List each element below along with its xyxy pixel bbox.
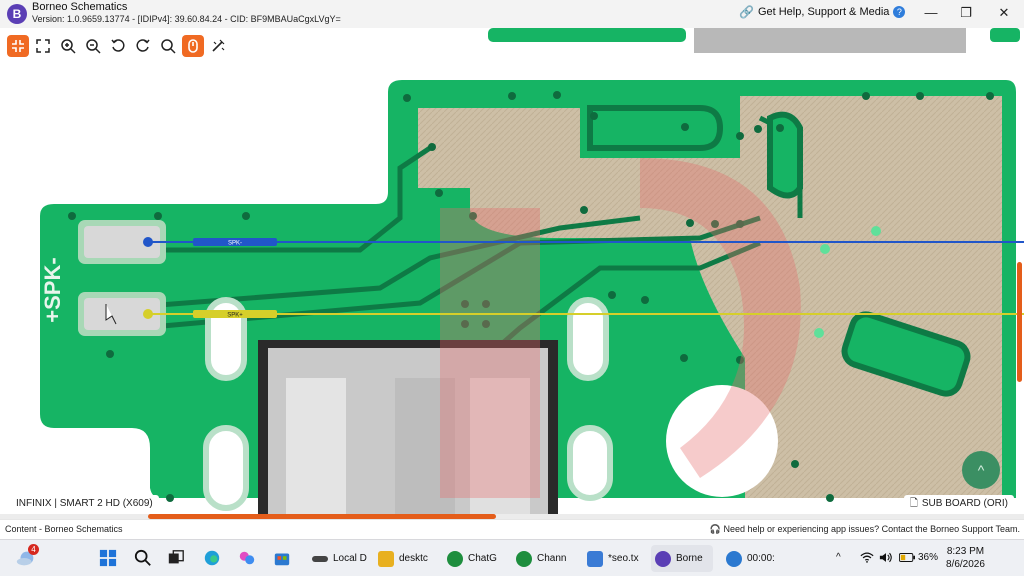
minimize-button[interactable]: —	[913, 2, 949, 24]
start-button-icon[interactable]	[96, 546, 120, 570]
fullscreen-icon[interactable]	[32, 35, 54, 57]
taskbar-app-desktop-folder[interactable]: desktc	[374, 545, 436, 572]
support-message-text: Need help or experiencing app issues? Co…	[723, 524, 1020, 534]
sub-board-label[interactable]: 🗋 SUB BOARD (ORI)	[903, 495, 1014, 513]
taskbar-app-local-disk[interactable]: Local D	[308, 545, 368, 572]
rotate-left-icon[interactable]	[107, 35, 129, 57]
link-icon: 🔗	[739, 5, 754, 19]
toolbar	[0, 28, 1024, 64]
battery-percent: 36%	[918, 552, 939, 563]
net-spk-plus-label: SPK+	[227, 313, 243, 319]
zoom-in-icon[interactable]	[57, 35, 79, 57]
document-icon: 🗋	[909, 498, 918, 509]
sub-board-text: SUB BOARD (ORI)	[921, 498, 1008, 509]
rotate-right-icon[interactable]	[132, 35, 154, 57]
hand-touch-icon[interactable]	[182, 35, 204, 57]
battery-icon	[899, 553, 915, 562]
chrome-icon	[516, 550, 532, 567]
help-support-label: Get Help, Support & Media	[757, 6, 890, 18]
volume-icon[interactable]	[879, 552, 893, 566]
taskbar-app-notepad[interactable]: *seo.tx	[583, 545, 645, 572]
battery-indicator[interactable]: 36%	[899, 552, 938, 563]
status-content: Content - Borneo Schematics	[5, 524, 123, 534]
close-button[interactable]: ✕	[986, 2, 1022, 24]
taskbar-app-label: desktc	[399, 553, 428, 564]
title-bar: B Borneo Schematics Version: 1.0.9659.13…	[0, 0, 1024, 28]
board-canvas[interactable]: SPK- SPK+ +SPK- INFINIX | SMART 2 HD (X6…	[0, 28, 1024, 518]
search-icon[interactable]	[157, 35, 179, 57]
focus-icon[interactable]	[7, 35, 29, 57]
taskbar-app-label: *seo.tx	[608, 553, 639, 564]
support-message[interactable]: 🎧 Need help or experiencing app issues? …	[710, 524, 1020, 535]
clock[interactable]: 8:23 PM 8/6/2026	[946, 545, 985, 571]
store-icon[interactable]	[270, 546, 294, 570]
taskbar-app-chatgpt[interactable]: ChatG	[443, 545, 505, 572]
copilot-icon[interactable]	[235, 546, 259, 570]
taskbar: 4 Local D desktc ChatG Chann *seo.tx Bor…	[0, 539, 1024, 576]
headset-icon: 🎧	[709, 524, 724, 534]
silkscreen-spk: +SPK-	[40, 257, 65, 322]
taskbar-app-label: Borne	[676, 553, 703, 564]
edge-browser-icon[interactable]	[200, 546, 224, 570]
taskbar-app-label: Chann	[537, 553, 567, 564]
weather-badge: 4	[28, 544, 39, 555]
search-icon[interactable]	[131, 546, 155, 570]
borneo-app-icon	[655, 550, 671, 567]
help-icon: ?	[893, 6, 906, 18]
app-version: Version: 1.0.9659.13774 - [IDIPv4]: 39.6…	[32, 14, 341, 24]
taskbar-app-label: 00:00:	[747, 553, 775, 564]
taskbar-app-label: Local D	[333, 553, 367, 564]
status-bar: Content - Borneo Schematics 🎧 Need help …	[0, 519, 1024, 539]
wifi-icon[interactable]	[860, 552, 874, 566]
clock-date: 8/6/2026	[946, 559, 985, 570]
pcb-board-view[interactable]: SPK- SPK+ +SPK-	[0, 28, 1024, 518]
zoom-out-icon[interactable]	[82, 35, 104, 57]
net-spk-minus-label: SPK-	[228, 241, 242, 247]
net-spk-minus-dot	[143, 237, 153, 247]
clock-time: 8:23 PM	[946, 546, 985, 557]
taskbar-app-channel[interactable]: Chann	[512, 545, 574, 572]
vertical-scroll-thumb[interactable]	[1017, 262, 1022, 382]
video-icon	[726, 550, 742, 567]
chrome-icon	[447, 550, 463, 567]
app-title: Borneo Schematics	[32, 1, 128, 13]
taskbar-app-label: ChatG	[468, 553, 497, 564]
drive-icon	[312, 555, 328, 562]
notepad-icon	[587, 550, 603, 567]
task-view-icon[interactable]	[164, 546, 188, 570]
taskbar-app-recorder[interactable]: 00:00:	[722, 545, 786, 572]
scroll-to-top-button[interactable]: ^	[962, 451, 1000, 489]
net-spk-plus-dot	[143, 309, 153, 319]
app-logo: B	[7, 4, 27, 24]
maximize-button[interactable]: ❐	[948, 2, 984, 24]
tray-chevron-icon[interactable]: ^	[836, 552, 841, 563]
board-name: INFINIX | SMART 2 HD (X609)	[10, 495, 159, 513]
taskbar-app-borneo[interactable]: Borne	[651, 545, 713, 572]
folder-icon	[378, 550, 394, 567]
help-support-link[interactable]: 🔗 Get Help, Support & Media ?	[739, 5, 906, 19]
magic-wand-icon[interactable]	[207, 35, 229, 57]
